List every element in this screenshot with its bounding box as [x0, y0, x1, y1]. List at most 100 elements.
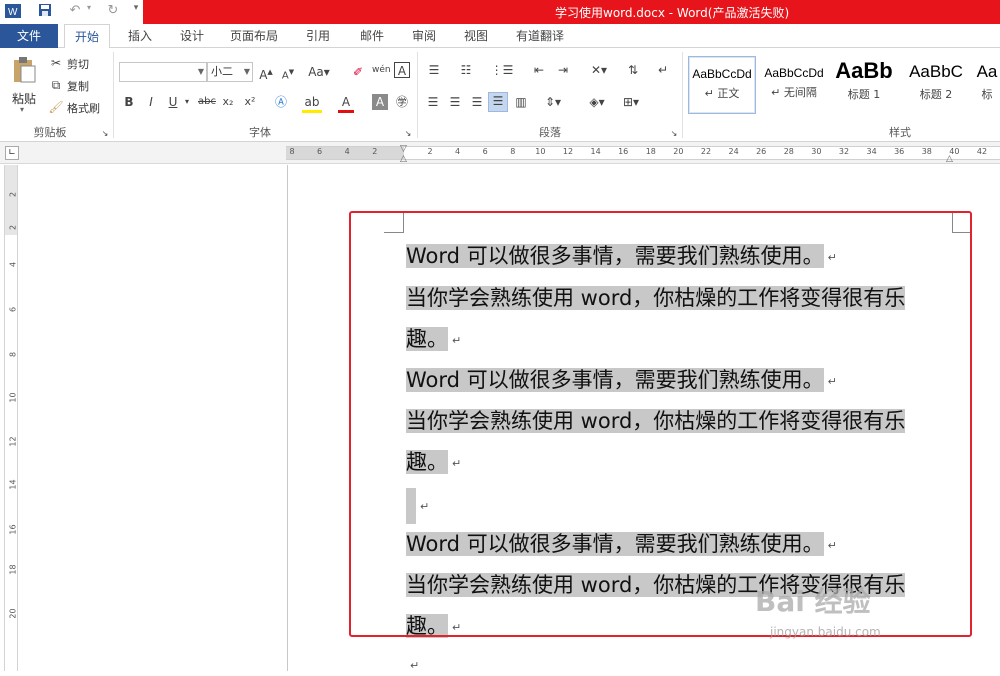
vruler-number: 14 [8, 479, 18, 490]
style-title-name: 标 [981, 88, 993, 101]
clipboard-launcher-icon[interactable]: ↘ [100, 126, 110, 142]
clear-formatting-icon[interactable]: ✐ [350, 64, 366, 80]
tab-design[interactable]: 设计 [170, 24, 214, 48]
superscript-icon[interactable]: x² [242, 94, 258, 110]
text-effects-icon[interactable]: Ⓐ [272, 94, 290, 110]
paragraph-group-label: 段落 [539, 126, 561, 139]
bold-icon[interactable]: B [122, 94, 136, 110]
decrease-indent-icon[interactable]: ⇤ [530, 62, 548, 78]
selection-annotation-box [349, 211, 972, 637]
paste-dropdown-icon[interactable]: ▾ [20, 105, 24, 114]
underline-dropdown-icon[interactable]: ▾ [182, 94, 192, 110]
tab-references[interactable]: 引用 [296, 24, 340, 48]
subscript-icon[interactable]: x₂ [220, 94, 236, 110]
font-name-combo[interactable]: ▼ [119, 62, 207, 82]
first-line-indent-marker-icon[interactable]: ▽ [400, 144, 407, 154]
font-launcher-icon[interactable]: ↘ [403, 126, 413, 142]
italic-icon[interactable]: I [144, 94, 158, 110]
copy-icon[interactable]: ⧉ [48, 77, 64, 93]
character-border-icon[interactable]: A [394, 62, 410, 78]
group-separator [113, 52, 114, 138]
tab-file[interactable]: 文件 [0, 24, 58, 48]
ruler-number: 2 [427, 147, 433, 156]
style-heading-2[interactable]: AaBbC 标题 2 [902, 56, 970, 114]
tab-selector-icon[interactable]: ∟ [5, 146, 19, 160]
save-icon[interactable] [36, 3, 54, 21]
cut-button[interactable]: 剪切 [67, 56, 89, 72]
format-painter-button[interactable]: 格式刷 [67, 100, 100, 116]
numbering-icon[interactable]: ☷ [456, 62, 476, 78]
bullets-icon[interactable]: ☰ [424, 62, 444, 78]
group-separator [682, 52, 683, 138]
paste-icon[interactable] [10, 56, 38, 86]
vruler-number: 2 [8, 224, 18, 231]
window-title: 学习使用word.docx - Word(产品激活失败) [555, 6, 790, 20]
font-size-combo[interactable]: 小二 ▼ [207, 62, 253, 82]
style-no-spacing[interactable]: AaBbCcDd ↵ 无间隔 [760, 56, 828, 114]
ruler-number: 4 [344, 147, 350, 156]
justify-icon[interactable]: ☰ [488, 92, 508, 112]
paragraph-launcher-icon[interactable]: ↘ [669, 126, 679, 142]
cut-icon[interactable]: ✂ [48, 55, 64, 71]
customize-toolbar-icon[interactable]: ▾ [130, 3, 142, 21]
redo-icon[interactable]: ↻ [104, 3, 122, 21]
vertical-ruler[interactable]: 2 2 4 6 8 10 12 14 16 18 20 [4, 165, 18, 671]
tab-view[interactable]: 视图 [454, 24, 498, 48]
distributed-icon[interactable]: ▥ [512, 94, 530, 110]
left-indent-marker-icon[interactable]: △ [400, 154, 407, 164]
tab-home[interactable]: 开始 [64, 24, 110, 49]
increase-indent-icon[interactable]: ⇥ [554, 62, 572, 78]
grow-font-icon[interactable]: A▲ [258, 64, 274, 83]
shrink-font-icon[interactable]: A▼ [280, 64, 296, 84]
style-title[interactable]: Aa 标 [974, 56, 1000, 114]
font-color-icon[interactable]: A [338, 94, 354, 113]
tab-youdao[interactable]: 有道翻译 [508, 24, 572, 48]
show-marks-icon[interactable]: ↵ [654, 62, 672, 78]
multilevel-list-icon[interactable]: ⋮☰ [490, 62, 514, 78]
shading-icon[interactable]: ◈▾ [584, 94, 610, 110]
undo-dropdown-icon[interactable]: ▾ [84, 3, 94, 21]
align-left-icon[interactable]: ☰ [424, 94, 442, 110]
vruler-number: 8 [8, 351, 18, 358]
sort-icon[interactable]: ⇅ [624, 62, 642, 78]
right-indent-marker-icon[interactable]: △ [946, 154, 953, 164]
copy-button[interactable]: 复制 [67, 78, 89, 94]
format-painter-icon[interactable]: 🖌 [48, 99, 64, 115]
ruler-number: 12 [562, 147, 574, 156]
ruler-number: 4 [455, 147, 461, 156]
group-separator [417, 52, 418, 138]
clipboard-group-label: 剪贴板 [33, 126, 67, 139]
borders-icon[interactable]: ⊞▾ [618, 94, 644, 110]
ruler-number: 36 [894, 147, 905, 156]
left-margin-area [0, 165, 287, 671]
ruler-number: 26 [756, 147, 767, 156]
enclose-characters-icon[interactable]: ㊫ [394, 94, 410, 110]
chinese-layout-icon[interactable]: ✕▾ [586, 62, 612, 78]
horizontal-ruler[interactable]: ∟ 8 6 4 2 2 4 6 8 10 12 14 16 18 20 22 24 26 28 30 32 34 36 38… [0, 142, 1000, 164]
style-heading-2-sample: AaBbC [909, 62, 963, 81]
highlight-color-icon[interactable]: ab [302, 94, 322, 113]
undo-icon[interactable]: ↶ [66, 3, 84, 21]
tab-review[interactable]: 审阅 [402, 24, 446, 48]
align-right-icon[interactable]: ☰ [468, 94, 486, 110]
align-center-icon[interactable]: ☰ [446, 94, 464, 110]
style-normal[interactable]: AaBbCcDd ↵ 正文 [688, 56, 756, 114]
change-case-icon[interactable]: Aa▾ [306, 64, 332, 80]
tab-mailings[interactable]: 邮件 [350, 24, 394, 48]
character-shading-icon[interactable]: A [372, 94, 388, 110]
underline-icon[interactable]: U [166, 94, 180, 110]
tab-page-layout[interactable]: 页面布局 [222, 24, 286, 48]
strikethrough-icon[interactable]: abc [196, 94, 218, 110]
vruler-number: 10 [8, 392, 18, 403]
chevron-down-icon: ▼ [197, 67, 204, 76]
ruler-number: 28 [783, 147, 794, 156]
phonetic-guide-icon[interactable]: wén [372, 62, 391, 78]
line-spacing-icon[interactable]: ⇕▾ [540, 94, 566, 110]
ribbon-tabs: 文件 开始 插入 设计 页面布局 引用 邮件 审阅 视图 有道翻译 [0, 24, 1000, 49]
tab-insert[interactable]: 插入 [118, 24, 162, 48]
document-line[interactable]: ↵ [406, 652, 419, 676]
word-app-icon: W [4, 3, 22, 21]
style-heading-1[interactable]: AaBb 标题 1 [832, 56, 896, 114]
baidu-watermark: Bai 经验 [755, 585, 871, 618]
paragraph-mark-icon: ↵ [410, 658, 420, 672]
